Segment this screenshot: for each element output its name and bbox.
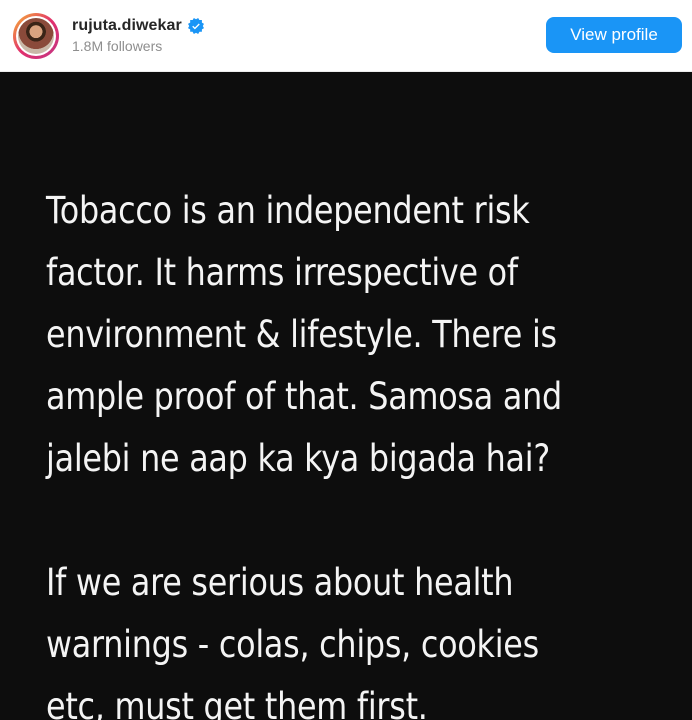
post-image: Tobacco is an independent risk factor. I…	[0, 72, 692, 720]
avatar[interactable]	[13, 13, 59, 59]
post-line: Tobacco is an independent risk	[46, 189, 530, 232]
post-line: warnings - colas, chips, cookies	[46, 623, 539, 666]
post-line: environment & lifestyle. There is	[46, 313, 557, 356]
post-text: Tobacco is an independent risk factor. I…	[46, 180, 579, 720]
username-row: rujuta.diwekar	[72, 15, 204, 37]
username-link[interactable]: rujuta.diwekar	[72, 17, 182, 35]
view-profile-button[interactable]: View profile	[546, 17, 682, 53]
post-line: If we are serious about health	[46, 561, 514, 604]
post-line: ample proof of that. Samosa and	[46, 375, 562, 418]
post-header: rujuta.diwekar 1.8M followers View profi…	[0, 0, 692, 72]
post-line: jalebi ne aap ka kya bigada hai?	[46, 437, 551, 480]
avatar-ring	[16, 16, 56, 56]
avatar-photo	[18, 18, 54, 54]
verified-badge-icon	[187, 18, 204, 34]
followers-count: 1.8M followers	[72, 38, 163, 54]
post-line: etc, must get them first.	[46, 685, 428, 720]
post-line: factor. It harms irrespective of	[46, 251, 518, 294]
